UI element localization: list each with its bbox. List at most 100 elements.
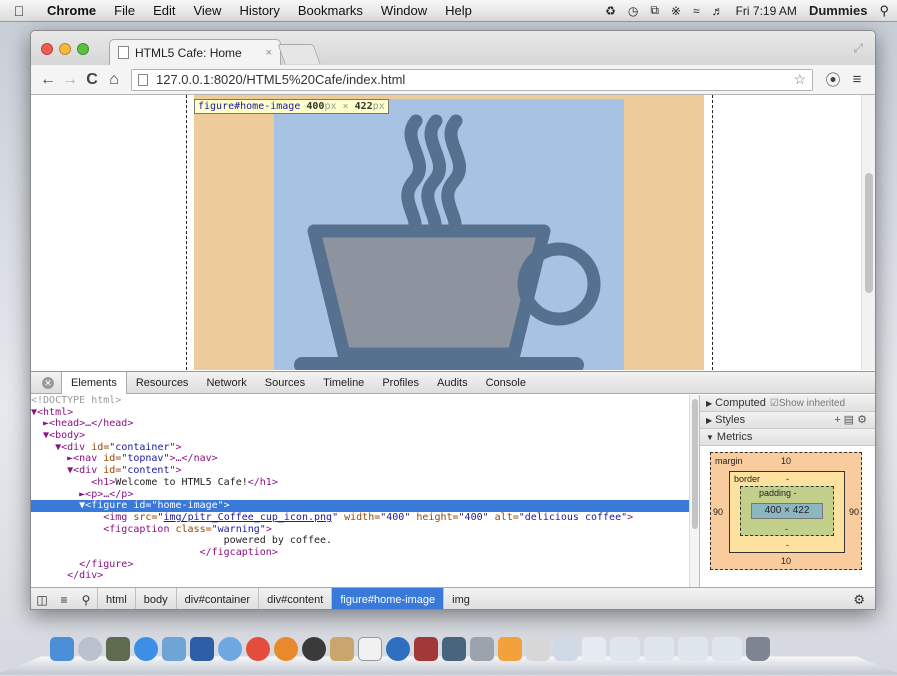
iphoto-icon[interactable] [442, 637, 466, 661]
inspect-search-icon[interactable]: ⚲ [75, 593, 97, 607]
margin-left-value[interactable]: 90 [713, 507, 723, 517]
menu-edit[interactable]: Edit [144, 3, 184, 18]
minimize-window-button[interactable] [59, 43, 71, 55]
address-bar[interactable]: 127.0.0.1:8020/HTML5%20Cafe/index.html ☆ [131, 68, 813, 91]
mission-control-icon[interactable] [106, 637, 130, 661]
coffee-cup-image[interactable] [274, 99, 624, 370]
breadcrumb-body[interactable]: body [134, 587, 176, 609]
dom-node[interactable]: ▼<html> [31, 407, 689, 419]
sync-icon[interactable]: ♻ [605, 4, 616, 18]
time-machine-icon[interactable]: ◷ [628, 4, 638, 18]
border-top-value[interactable]: - [786, 474, 789, 484]
menu-file[interactable]: File [105, 3, 144, 18]
devtools-close-button[interactable]: ✕ [39, 374, 57, 392]
dom-node[interactable]: powered by coffee. [31, 535, 689, 547]
photo-booth-icon[interactable] [414, 637, 438, 661]
breadcrumb-figure-home-image[interactable]: figure#home-image [331, 587, 444, 609]
itunes-icon[interactable] [386, 637, 410, 661]
word-icon[interactable] [190, 637, 214, 661]
breadcrumb-div-content[interactable]: div#content [258, 587, 331, 609]
dom-node[interactable]: <!DOCTYPE html> [31, 395, 689, 407]
dom-node[interactable]: </figcaption> [31, 547, 689, 559]
metrics-section-header[interactable]: ▼ Metrics [700, 429, 875, 446]
margin-top-value[interactable]: 10 [781, 456, 791, 466]
dom-node[interactable]: ►<p>…</p> [31, 489, 689, 501]
breadcrumb-div-container[interactable]: div#container [175, 587, 258, 609]
menu-help[interactable]: Help [436, 3, 481, 18]
clock[interactable]: Fri 7:19 AM [736, 4, 797, 18]
menu-window[interactable]: Window [372, 3, 436, 18]
dom-node[interactable]: <h1>Welcome to HTML5 Cafe!</h1> [31, 477, 689, 489]
page-scrollbar[interactable] [861, 95, 875, 370]
firefox-icon[interactable] [274, 637, 298, 661]
computed-section-header[interactable]: ▶ Computed ☑Show inherited [700, 395, 875, 412]
tab-elements[interactable]: Elements [61, 371, 127, 394]
launchpad-icon[interactable] [78, 637, 102, 661]
wifi-icon[interactable]: ≈ [693, 4, 700, 18]
breadcrumb-img[interactable]: img [443, 587, 478, 609]
margin-bottom-value[interactable]: 10 [781, 556, 791, 566]
fullscreen-icon[interactable]: ⤢ [853, 41, 863, 56]
app-store-icon[interactable] [134, 637, 158, 661]
dom-node[interactable]: </figure> [31, 559, 689, 571]
forward-button[interactable]: → [59, 71, 81, 89]
styles-tools[interactable]: + ▤ ⚙ [834, 412, 875, 429]
dock-toggle-icon[interactable]: ◫ [31, 593, 53, 607]
dom-node[interactable]: ▼<div id="container"> [31, 442, 689, 454]
dom-scrollbar[interactable] [689, 395, 699, 587]
dom-node[interactable]: ▼<body> [31, 430, 689, 442]
volume-icon[interactable]: ♬ [712, 4, 724, 18]
trash-icon[interactable] [746, 637, 770, 661]
minimized-window-icon[interactable] [644, 637, 674, 661]
tab-sources[interactable]: Sources [256, 372, 314, 394]
calendar-icon[interactable] [358, 637, 382, 661]
reload-button[interactable]: C [81, 71, 103, 89]
show-inherited-checkbox[interactable]: ☑Show inherited [770, 395, 845, 412]
dom-scroll-thumb[interactable] [692, 399, 698, 529]
menu-history[interactable]: History [230, 3, 288, 18]
close-window-button[interactable] [41, 43, 53, 55]
dom-tree[interactable]: <!DOCTYPE html> ▼<html> ►<head>…</head> … [31, 395, 689, 587]
box-content[interactable]: 400 × 422 [751, 503, 823, 519]
apple-icon[interactable]:  [0, 3, 38, 19]
finder-icon[interactable] [50, 637, 74, 661]
tab-network[interactable]: Network [197, 372, 255, 394]
display-icon[interactable]: ⧉ [650, 3, 659, 18]
tab-profiles[interactable]: Profiles [373, 372, 428, 394]
safari-icon[interactable] [218, 637, 242, 661]
dom-node-selected[interactable]: ▼<figure id="home-image"> [31, 500, 689, 512]
minimized-window-icon[interactable] [610, 637, 640, 661]
minimized-window-icon[interactable] [678, 637, 708, 661]
document-icon[interactable] [582, 637, 606, 661]
dom-node[interactable]: <figcaption class="warning"> [31, 524, 689, 536]
user-name[interactable]: Dummies [809, 3, 868, 18]
dom-node[interactable]: ▼<div id="content"> [31, 465, 689, 477]
new-tab-button[interactable] [277, 44, 321, 64]
console-drawer-icon[interactable]: ≡ [53, 593, 75, 607]
tab-console[interactable]: Console [477, 372, 535, 394]
padding-bottom-value[interactable]: - [785, 524, 788, 534]
zoom-window-button[interactable] [77, 43, 89, 55]
menu-view[interactable]: View [184, 3, 230, 18]
camera-icon[interactable] [302, 637, 326, 661]
page-scroll-thumb[interactable] [865, 173, 873, 293]
dom-node[interactable]: </div> [31, 570, 689, 582]
preview-icon[interactable] [162, 637, 186, 661]
bookmark-star-icon[interactable]: ☆ [793, 71, 806, 88]
dom-node[interactable]: ►<head>…</head> [31, 418, 689, 430]
system-preferences-icon[interactable] [498, 637, 522, 661]
tab-audits[interactable]: Audits [428, 372, 477, 394]
contacts-icon[interactable] [330, 637, 354, 661]
back-button[interactable]: ← [37, 71, 59, 89]
menu-app-chrome[interactable]: Chrome [38, 3, 105, 18]
minimized-window-icon[interactable] [712, 637, 742, 661]
tab-timeline[interactable]: Timeline [314, 372, 373, 394]
border-bottom-value[interactable]: - [786, 540, 789, 550]
spotlight-icon[interactable]: ⚲ [879, 3, 889, 19]
menu-icon[interactable]: ≡ [845, 71, 869, 88]
styles-section-header[interactable]: ▶ Styles + ▤ ⚙ [700, 412, 875, 429]
menu-bookmarks[interactable]: Bookmarks [289, 3, 372, 18]
tab-close-button[interactable]: × [266, 47, 272, 59]
dom-node[interactable]: <img src="img/pitr_Coffee_cup_icon.png" … [31, 512, 689, 524]
bluetooth-icon[interactable]: ※ [671, 4, 681, 18]
